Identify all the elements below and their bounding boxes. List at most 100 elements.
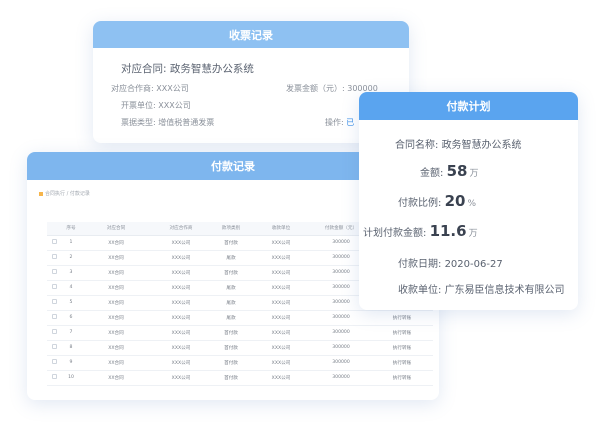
row-contract: XX合同 — [81, 310, 151, 326]
row-index: 8 — [61, 340, 81, 356]
plan-amount: 金额: 58 万 — [420, 162, 478, 180]
table-row[interactable]: 9 XX合同 XXX公司 首付款 XXX公司 300000 执行转账 — [47, 355, 433, 371]
receipt-type-value: 增值税普通发票 — [158, 118, 215, 127]
payment-plan-title: 付款计划 — [359, 92, 578, 120]
payment-plan-card: 付款计划 合同名称: 政务智慧办公系统 金额: 58 万 付款比例: 20% 计划… — [359, 92, 578, 310]
row-category: 首付款 — [211, 265, 251, 281]
receipt-contract-label: 对应合同: — [121, 63, 167, 75]
row-checkbox[interactable] — [51, 269, 57, 274]
row-category: 尾款 — [211, 310, 251, 326]
row-index: 1 — [61, 235, 81, 251]
breadcrumb: 合同执行 / 付款记录 — [39, 190, 90, 197]
plan-planned: 计划付款金额: 11.6 万 — [363, 222, 478, 240]
row-contract: XX合同 — [81, 295, 151, 311]
plan-amount-unit: 万 — [469, 169, 479, 179]
row-checkbox[interactable] — [51, 344, 57, 349]
plan-contract-value: 政务智慧办公系统 — [441, 140, 522, 151]
row-payee: XXX公司 — [251, 235, 311, 251]
plan-planned-unit: 万 — [468, 229, 478, 239]
row-partner: XXX公司 — [151, 280, 211, 296]
row-op[interactable]: 执行转账 — [371, 370, 433, 386]
plan-contract-label: 合同名称: — [395, 140, 439, 151]
plan-payee-label: 收款单位: — [398, 285, 442, 296]
stage: 收票记录 对应合同: 政务智慧办公系统 对应合作商: XXX公司 发票金额（元）… — [0, 0, 604, 423]
receipt-partner-value: XXX公司 — [156, 84, 189, 93]
row-contract: XX合同 — [81, 280, 151, 296]
plan-ratio-unit: % — [467, 199, 476, 209]
plan-amount-label: 金额: — [420, 168, 444, 179]
receipt-op: 操作: 已 — [325, 117, 354, 128]
row-partner: XXX公司 — [151, 235, 211, 251]
row-contract: XX合同 — [81, 265, 151, 281]
row-checkbox[interactable] — [51, 359, 57, 364]
row-category: 首付款 — [211, 235, 251, 251]
row-checkbox[interactable] — [51, 329, 57, 334]
row-category: 首付款 — [211, 370, 251, 386]
row-op[interactable]: 执行转账 — [371, 310, 433, 326]
row-partner: XXX公司 — [151, 340, 211, 356]
row-op[interactable]: 执行转账 — [371, 325, 433, 341]
row-index: 7 — [61, 325, 81, 341]
row-op[interactable]: 执行转账 — [371, 340, 433, 356]
plan-ratio-label: 付款比例: — [398, 198, 442, 209]
receipt-card-title: 收票记录 — [93, 21, 409, 48]
row-payee: XXX公司 — [251, 310, 311, 326]
row-contract: XX合同 — [81, 340, 151, 356]
row-checkbox[interactable] — [51, 374, 57, 379]
row-category: 尾款 — [211, 295, 251, 311]
plan-date: 付款日期: 2020-06-27 — [398, 255, 503, 270]
row-payee: XXX公司 — [251, 295, 311, 311]
row-checkbox[interactable] — [51, 254, 57, 259]
col-select — [47, 222, 61, 236]
breadcrumb-text: 合同执行 / 付款记录 — [45, 191, 90, 197]
row-amount: 300000 — [311, 370, 371, 386]
row-contract: XX合同 — [81, 355, 151, 371]
receipt-partner: 对应合作商: XXX公司 — [111, 83, 189, 94]
row-payee: XXX公司 — [251, 280, 311, 296]
plan-planned-value: 11.6 — [429, 222, 467, 240]
row-select — [47, 235, 61, 251]
row-checkbox[interactable] — [51, 314, 57, 319]
row-partner: XXX公司 — [151, 295, 211, 311]
col-payee: 收款单位 — [251, 222, 311, 236]
table-row[interactable]: 8 XX合同 XXX公司 首付款 XXX公司 300000 执行转账 — [47, 340, 433, 356]
row-index: 10 — [61, 370, 81, 386]
row-select — [47, 340, 61, 356]
plan-payee-value: 广东易臣信息技术有限公司 — [444, 285, 565, 296]
row-index: 5 — [61, 295, 81, 311]
row-category: 尾款 — [211, 280, 251, 296]
row-payee: XXX公司 — [251, 265, 311, 281]
plan-planned-label: 计划付款金额: — [363, 228, 427, 239]
table-row[interactable]: 10 XX合同 XXX公司 首付款 XXX公司 300000 执行转账 — [47, 370, 433, 386]
plan-ratio-value: 20 — [444, 192, 466, 210]
receipt-partner-label: 对应合作商: — [111, 84, 154, 93]
row-payee: XXX公司 — [251, 325, 311, 341]
row-select — [47, 310, 61, 326]
receipt-op-link[interactable]: 已 — [346, 118, 354, 127]
row-select — [47, 280, 61, 296]
row-select — [47, 265, 61, 281]
row-amount: 300000 — [311, 340, 371, 356]
row-op[interactable]: 执行转账 — [371, 355, 433, 371]
row-index: 3 — [61, 265, 81, 281]
receipt-amount-label: 发票金额（元）: — [286, 84, 345, 93]
table-row[interactable]: 7 XX合同 XXX公司 首付款 XXX公司 300000 执行转账 — [47, 325, 433, 341]
row-index: 2 — [61, 250, 81, 266]
row-index: 9 — [61, 355, 81, 371]
row-contract: XX合同 — [81, 325, 151, 341]
breadcrumb-marker-icon — [39, 191, 43, 196]
row-contract: XX合同 — [81, 235, 151, 251]
row-checkbox[interactable] — [51, 284, 57, 289]
row-partner: XXX公司 — [151, 250, 211, 266]
plan-date-label: 付款日期: — [398, 259, 442, 270]
row-checkbox[interactable] — [51, 239, 57, 244]
receipt-contract: 对应合同: 政务智慧办公系统 — [121, 61, 254, 76]
row-checkbox[interactable] — [51, 299, 57, 304]
row-partner: XXX公司 — [151, 265, 211, 281]
plan-ratio: 付款比例: 20% — [398, 192, 476, 210]
receipt-issuer: 开票单位: XXX公司 — [121, 100, 191, 111]
table-row[interactable]: 6 XX合同 XXX公司 尾款 XXX公司 300000 执行转账 — [47, 310, 433, 326]
row-amount: 300000 — [311, 355, 371, 371]
row-category: 首付款 — [211, 340, 251, 356]
row-contract: XX合同 — [81, 370, 151, 386]
